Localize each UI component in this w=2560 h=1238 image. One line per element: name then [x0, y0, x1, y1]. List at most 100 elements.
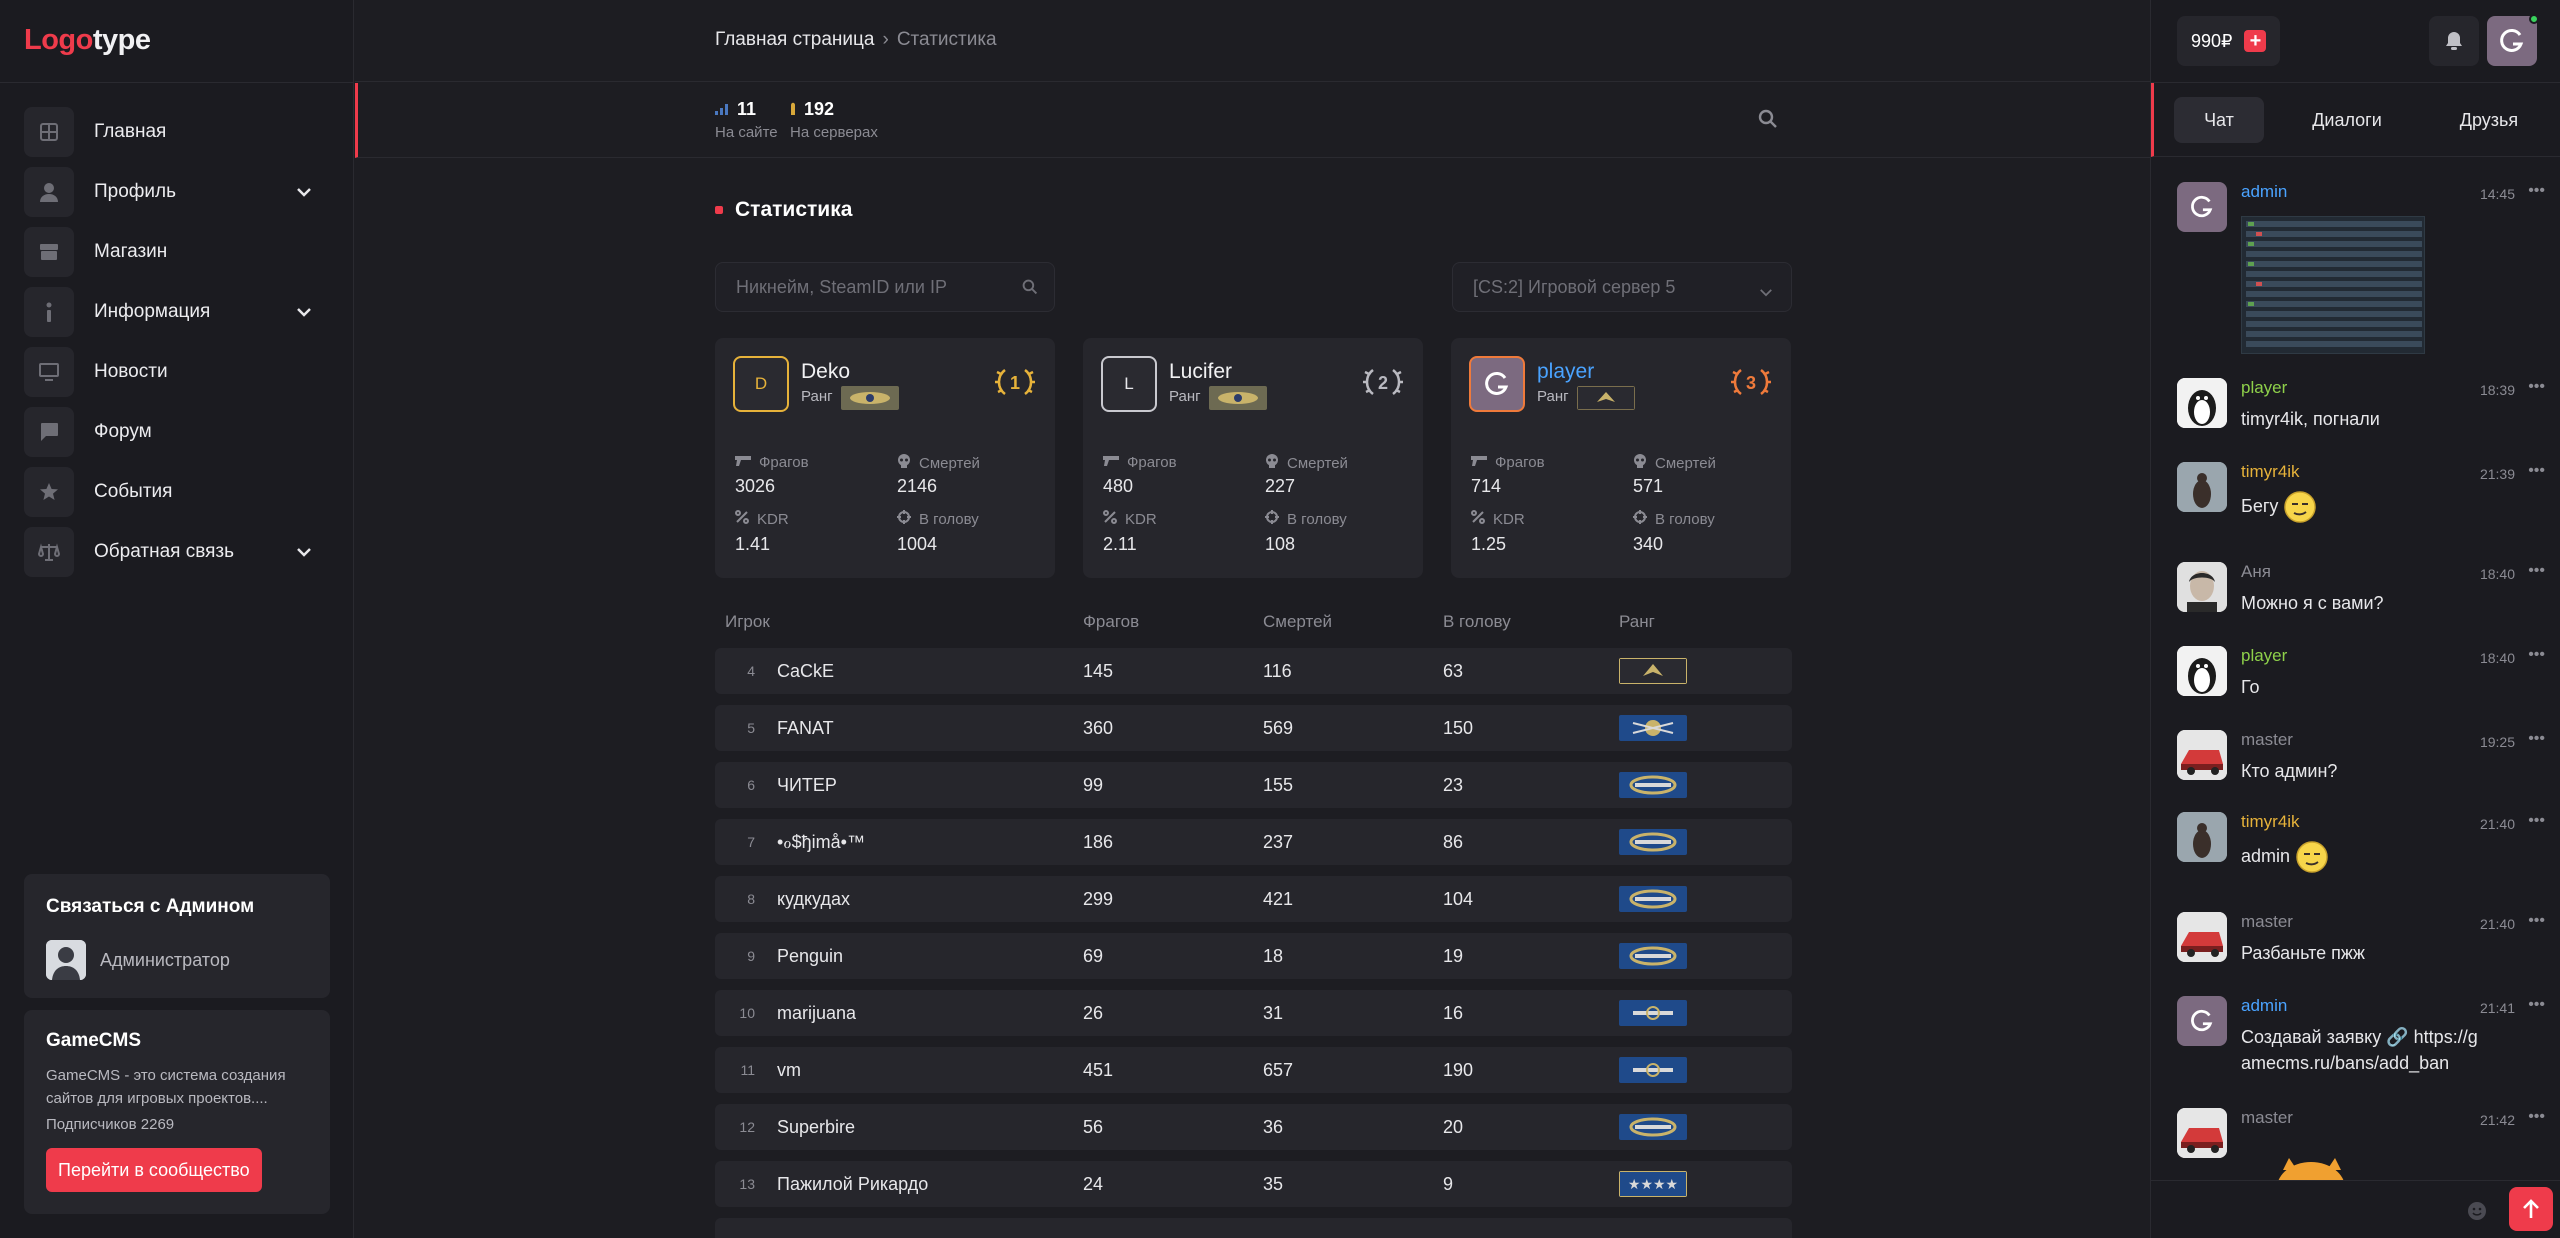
- table-row[interactable]: 6 ЧИТЕР 99 155 23: [715, 762, 1792, 808]
- rank-badge-icon: [1619, 943, 1687, 969]
- table-row[interactable]: 12 Superbire 56 36 20: [715, 1104, 1792, 1150]
- avatar[interactable]: [2177, 378, 2227, 428]
- top-player-card-2[interactable]: L Lucifer Ранг 2 Фрагов 480 Смертей 227 …: [1083, 338, 1423, 578]
- more-options-icon[interactable]: •••: [2528, 378, 2545, 396]
- logo[interactable]: Logotype: [24, 24, 151, 57]
- more-options-icon[interactable]: •••: [2528, 1108, 2545, 1126]
- more-options-icon[interactable]: •••: [2528, 730, 2545, 748]
- headshots-value: 108: [1265, 534, 1296, 554]
- attached-screenshot-image[interactable]: [2241, 216, 2425, 354]
- balance-widget[interactable]: 990₽ +: [2177, 16, 2281, 66]
- server-select[interactable]: [CS:2] Игровой сервер 5: [1452, 262, 1792, 312]
- row-headshots: 23: [1443, 775, 1464, 795]
- tab-friends[interactable]: Друзья: [2434, 97, 2544, 143]
- message-time: 21:40: [2479, 816, 2515, 832]
- chevron-down-icon[interactable]: [296, 184, 312, 202]
- avatar[interactable]: [2177, 462, 2227, 512]
- column-header-player[interactable]: Игрок: [725, 612, 770, 632]
- message-author[interactable]: master: [2241, 1108, 2293, 1128]
- admin-contact-link[interactable]: Администратор: [46, 940, 230, 980]
- user-avatar-button[interactable]: [2487, 14, 2539, 66]
- avatar[interactable]: [2177, 646, 2227, 696]
- table-row[interactable]: 10 marijuana 26 31 16: [715, 990, 1792, 1036]
- avatar[interactable]: [2177, 730, 2227, 780]
- row-frags: 186: [1083, 832, 1114, 852]
- add-funds-icon[interactable]: +: [2244, 30, 2267, 52]
- nav-item-feedback[interactable]: Обратная связь: [24, 526, 330, 578]
- chat-message: timyr4ik 21:39 ••• Бегу: [2177, 462, 2547, 538]
- more-options-icon[interactable]: •••: [2528, 812, 2545, 830]
- title-dot: [715, 206, 723, 214]
- table-row[interactable]: 11 vm 451 657 190: [715, 1047, 1792, 1093]
- message-author[interactable]: player: [2241, 646, 2287, 666]
- row-position: 7: [747, 834, 755, 850]
- more-options-icon[interactable]: •••: [2528, 912, 2545, 930]
- message-author[interactable]: player: [2241, 378, 2287, 398]
- tab-dialogs[interactable]: Диалоги: [2292, 97, 2402, 143]
- nav-item-info[interactable]: Информация: [24, 286, 330, 338]
- signal-icon: [715, 99, 729, 120]
- message-author[interactable]: admin: [2241, 996, 2287, 1016]
- chevron-down-icon[interactable]: [296, 544, 312, 562]
- bell-icon[interactable]: [2429, 16, 2479, 66]
- table-row[interactable]: 4 CaCkE 145 116 63: [715, 648, 1792, 694]
- emoji-picker-icon[interactable]: [2467, 1201, 2487, 1226]
- top-player-card-3[interactable]: player Ранг 3 Фрагов 714 Смертей 571 KDR…: [1451, 338, 1791, 578]
- place-3-laurel-icon: 3: [1729, 360, 1773, 409]
- player-search-input[interactable]: [716, 263, 1054, 311]
- chevron-down-icon: [1759, 281, 1773, 302]
- column-header-frags[interactable]: Фрагов: [1083, 612, 1139, 632]
- message-author[interactable]: timyr4ik: [2241, 462, 2300, 482]
- table-row[interactable]: 5 FANAT 360 569 150: [715, 705, 1792, 751]
- percent-icon: [1103, 510, 1117, 528]
- table-row[interactable]: 7 •ℴ$ђimå•™ 186 237 86: [715, 819, 1792, 865]
- message-author[interactable]: timyr4ik: [2241, 812, 2300, 832]
- more-options-icon[interactable]: •••: [2528, 562, 2545, 580]
- avatar[interactable]: [2177, 812, 2227, 862]
- go-to-community-button[interactable]: Перейти в сообщество: [46, 1148, 262, 1192]
- more-options-icon[interactable]: •••: [2528, 182, 2545, 200]
- nav-item-forum[interactable]: Форум: [24, 406, 330, 458]
- monitor-icon: [24, 347, 74, 397]
- nav-item-news[interactable]: Новости: [24, 346, 330, 398]
- cat-sticker-icon: [2278, 1158, 2344, 1180]
- message-author[interactable]: admin: [2241, 182, 2287, 202]
- more-options-icon[interactable]: •••: [2528, 462, 2545, 480]
- tab-chat[interactable]: Чат: [2174, 97, 2264, 143]
- top-player-card-1[interactable]: D Deko Ранг 1 Фрагов 3026 Смертей 2146 K…: [715, 338, 1055, 578]
- nav-item-shop[interactable]: Магазин: [24, 226, 330, 278]
- message-author[interactable]: master: [2241, 912, 2293, 932]
- avatar[interactable]: [2177, 562, 2227, 612]
- search-icon[interactable]: [1758, 109, 1778, 134]
- chat-message: admin 14:45 •••: [2177, 182, 2547, 362]
- online-servers-value: 192: [804, 99, 835, 119]
- table-row[interactable]: 9 Penguin 69 18 19: [715, 933, 1792, 979]
- message-author[interactable]: Аня: [2241, 562, 2271, 582]
- skull-icon: [1265, 454, 1279, 472]
- nav-item-profile[interactable]: Профиль: [24, 166, 330, 218]
- nav-item-home[interactable]: Главная: [24, 106, 330, 158]
- more-options-icon[interactable]: •••: [2528, 646, 2545, 664]
- search-icon[interactable]: [1022, 279, 1038, 300]
- nav-item-events[interactable]: События: [24, 466, 330, 518]
- more-options-icon[interactable]: •••: [2528, 996, 2545, 1014]
- shop-icon: [24, 227, 74, 277]
- frags-value: 480: [1103, 476, 1134, 496]
- chevron-down-icon[interactable]: [296, 304, 312, 322]
- message-text[interactable]: Создавай заявку 🔗 https://gamecms.ru/ban…: [2241, 1024, 2481, 1076]
- avatar[interactable]: [2177, 182, 2227, 232]
- column-header-deaths[interactable]: Смертей: [1263, 612, 1332, 632]
- column-header-rank[interactable]: Ранг: [1619, 612, 1655, 632]
- table-row-partial[interactable]: [715, 1218, 1792, 1238]
- avatar[interactable]: [2177, 912, 2227, 962]
- gamecms-title: GameCMS: [46, 1030, 142, 1051]
- table-row[interactable]: 13 Пажилой Рикардо 24 35 9 ★★★★: [715, 1161, 1792, 1207]
- scroll-up-button[interactable]: [2509, 1187, 2553, 1231]
- column-header-headshots[interactable]: В голову: [1443, 612, 1511, 632]
- avatar[interactable]: [2177, 1108, 2227, 1158]
- message-author[interactable]: master: [2241, 730, 2293, 750]
- grid-icon: [24, 107, 74, 157]
- avatar[interactable]: [2177, 996, 2227, 1046]
- table-row[interactable]: 8 кудкудах 299 421 104: [715, 876, 1792, 922]
- breadcrumb-home[interactable]: Главная страница: [715, 29, 875, 50]
